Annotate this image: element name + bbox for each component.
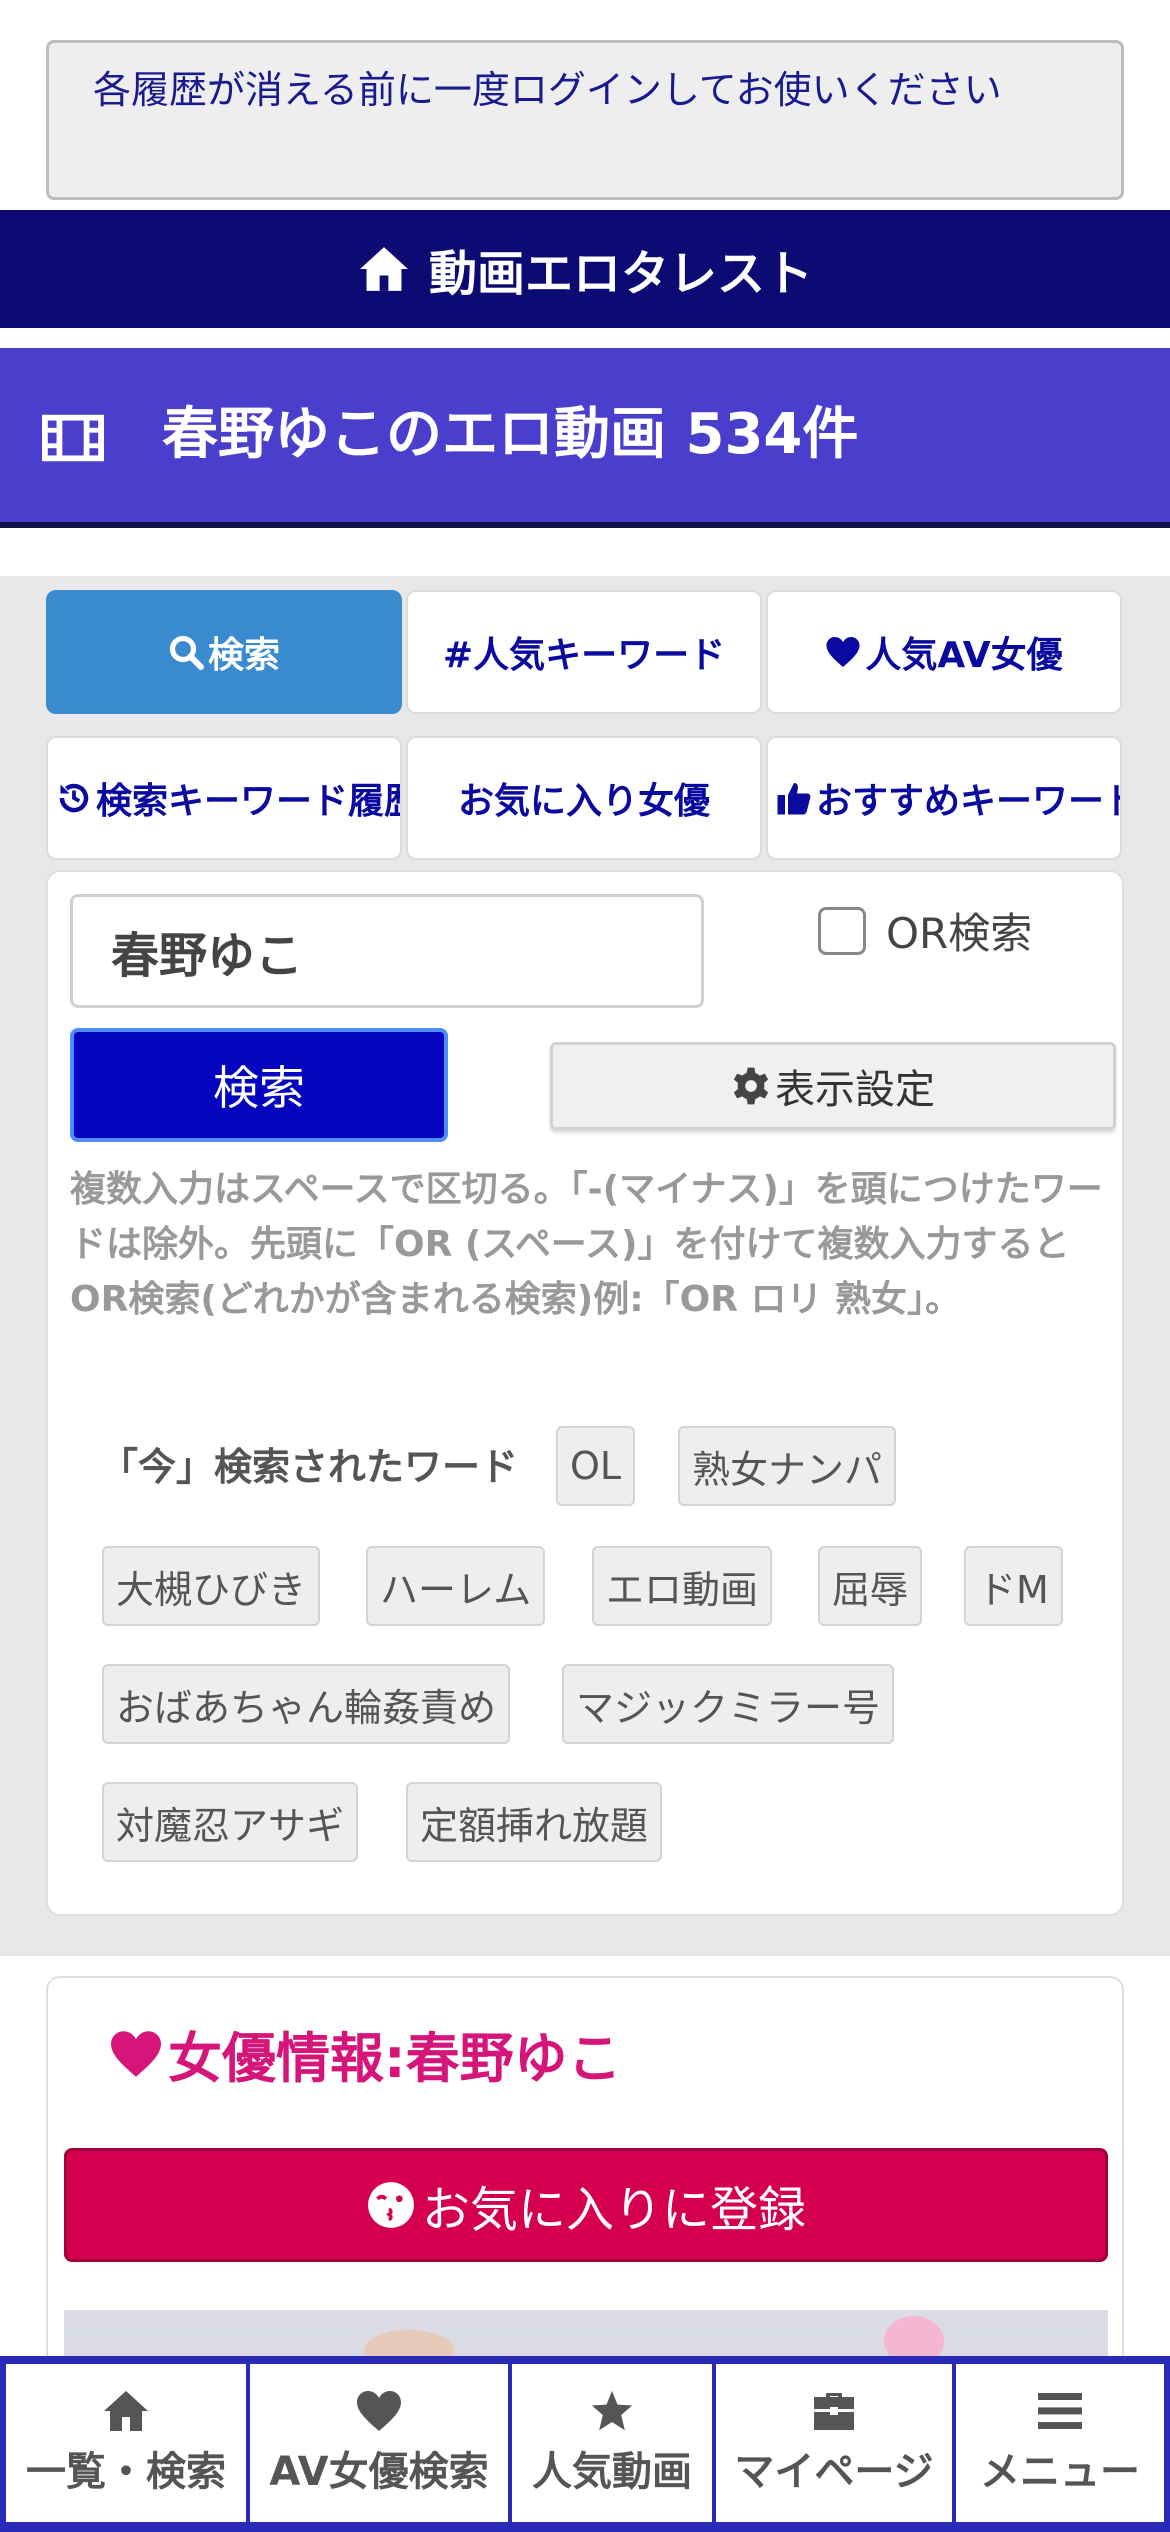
recent-word-chip[interactable]: 大槻ひびき [102,1546,321,1626]
bottom-navigation: 一覧・検索 AV女優検索 人気動画 マイページ メニュー [0,2356,1170,2532]
home-icon [359,247,408,291]
nav-my-page[interactable]: マイページ [716,2364,952,2522]
search-icon [169,635,204,670]
recent-word-chip[interactable]: 熟女ナンパ [678,1426,897,1506]
page-title-bar: 春野ゆこのエロ動画 534件 [0,348,1170,528]
search-panel: OR検索 検索 表示設定 複数入力はスペースで区切る。「-(マイナス)」を頭につ… [46,870,1124,1916]
nav-label: 一覧・検索 [26,2449,226,2495]
recent-word-chip[interactable]: おばあちゃん輪姦責め [102,1664,511,1744]
tab-favorite-actresses-label: お気に入り女優 [457,781,710,822]
heart-icon [357,2391,401,2431]
nav-menu[interactable]: メニュー [956,2364,1164,2522]
login-notice-text: 各履歴が消える前に一度ログインしてお使いください [93,68,1002,112]
recent-word-chip[interactable]: エロ動画 [592,1546,773,1626]
thumbs-up-icon [777,783,811,815]
recent-word-chip[interactable]: 屈辱 [818,1546,923,1626]
recent-word-chip[interactable]: マジックミラー号 [562,1664,895,1744]
kiss-face-icon [368,2182,414,2228]
recent-word-chip[interactable]: 対魔忍アサギ [102,1782,359,1862]
gear-icon [733,1067,769,1105]
tab-popular-keywords-label: #人気キーワード [442,635,726,676]
nav-popular-videos[interactable]: 人気動画 [512,2364,712,2522]
nav-label: マイページ [734,2449,934,2495]
tab-recommended-keywords[interactable]: おすすめキーワード [766,736,1122,860]
search-button[interactable]: 検索 [70,1028,448,1142]
film-icon [42,414,104,462]
recent-words-label: 「今」検索されたワード [100,1445,519,1489]
site-title: 動画エロタレスト [428,246,813,302]
heart-icon [111,2030,161,2077]
add-favorite-label: お気に入りに登録 [421,2182,806,2238]
menu-icon [1038,2393,1082,2429]
nav-label: 人気動画 [532,2449,692,2495]
recent-word-chip[interactable]: ドM [964,1546,1063,1626]
nav-label: メニュー [980,2449,1140,2495]
home-icon [104,2391,148,2431]
recent-word-chip[interactable]: 定額挿れ放題 [406,1782,663,1862]
actress-info-title: 女優情報:春野ゆこ [108,2014,622,2093]
tab-popular-keywords[interactable]: #人気キーワード [406,590,762,714]
page-title: 春野ゆこのエロ動画 534件 [162,402,859,467]
login-notice: 各履歴が消える前に一度ログインしてお使いください [46,40,1124,200]
nav-list-search[interactable]: 一覧・検索 [6,2364,246,2522]
search-input[interactable] [70,894,704,1008]
tab-search-history-label: 検索キーワード履歴 [96,781,402,822]
tab-popular-actresses[interactable]: 人気AV女優 [766,590,1122,714]
display-settings-label: 表示設定 [775,1067,935,1113]
recent-word-chip[interactable]: ハーレム [366,1546,546,1626]
or-search-checkbox[interactable]: OR検索 [818,900,1032,961]
recent-word-chip[interactable]: OL [556,1426,636,1506]
tab-popular-actresses-label: 人気AV女優 [865,635,1063,676]
tab-recommended-keywords-label: おすすめキーワード [816,781,1122,822]
actress-info-title-text: 女優情報:春野ゆこ [168,2027,622,2090]
tab-search-history[interactable]: 検索キーワード履歴 [46,736,402,860]
site-header-link[interactable]: 動画エロタレスト [0,210,1170,328]
briefcase-icon [814,2393,854,2430]
tab-search[interactable]: 検索 [46,590,402,714]
search-help-text: 複数入力はスペースで区切る。「-(マイナス)」を頭につけたワードは除外。先頭に「… [70,1169,1103,1320]
heart-icon [826,637,860,667]
checkbox-box[interactable] [818,906,866,955]
history-icon [59,783,89,813]
tab-favorite-actresses[interactable]: お気に入り女優 [406,736,762,860]
display-settings-button[interactable]: 表示設定 [550,1042,1116,1130]
nav-actress-search[interactable]: AV女優検索 [250,2364,508,2522]
or-search-label: OR検索 [886,909,1033,958]
nav-label: AV女優検索 [269,2449,489,2495]
add-favorite-button[interactable]: お気に入りに登録 [64,2148,1108,2262]
star-icon [591,2390,633,2431]
tab-search-label: 検索 [207,635,280,676]
